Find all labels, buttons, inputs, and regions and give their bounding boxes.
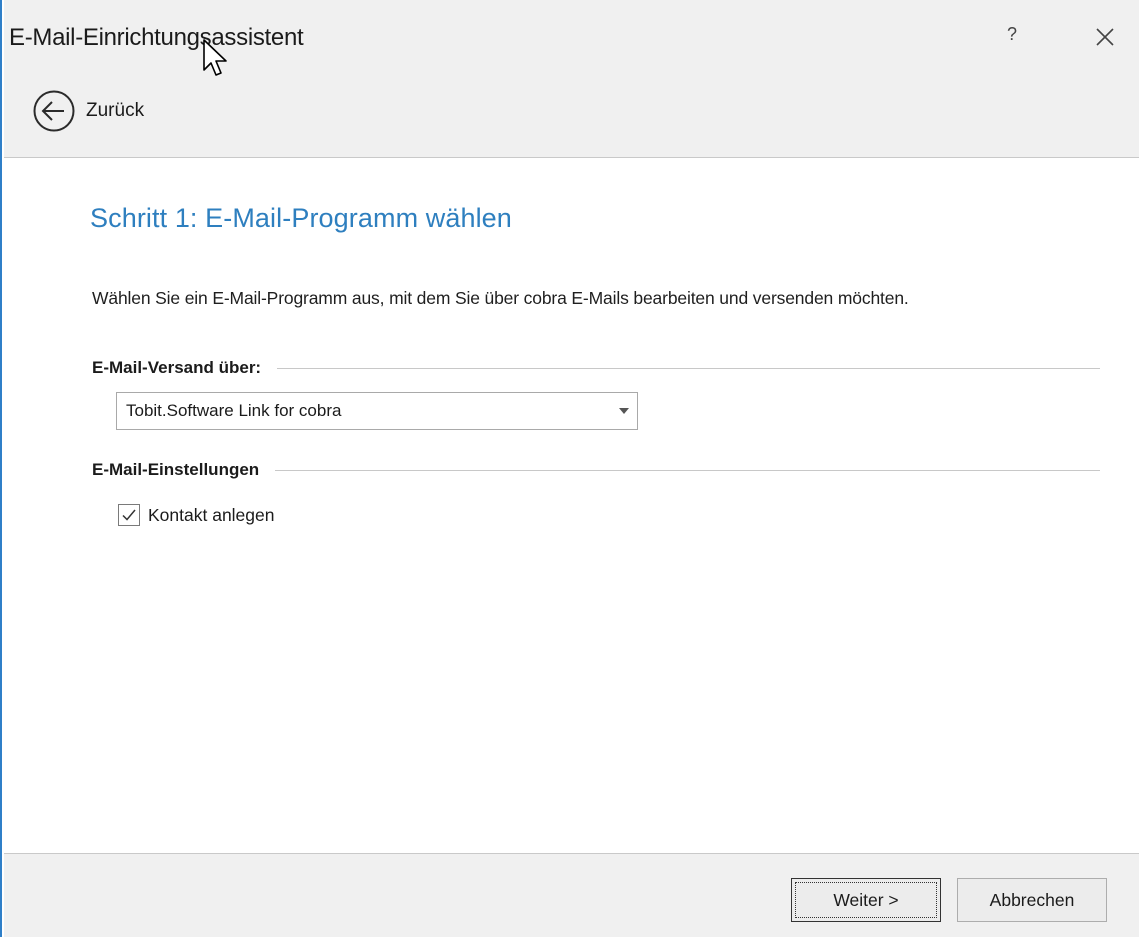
close-button[interactable] bbox=[1092, 24, 1118, 50]
section-divider bbox=[277, 367, 1100, 369]
back-button[interactable]: Zurück bbox=[32, 88, 144, 134]
arrow-left-circle-icon bbox=[33, 90, 75, 132]
settings-section-label: E-Mail-Einstellungen bbox=[92, 460, 260, 479]
mail-program-select-value: Tobit.Software Link for cobra bbox=[126, 401, 342, 420]
step-description: Wählen Sie ein E-Mail-Programm aus, mit … bbox=[92, 288, 909, 308]
cancel-button[interactable]: Abbrechen bbox=[957, 878, 1107, 922]
create-contact-checkbox[interactable] bbox=[118, 504, 140, 526]
section-divider bbox=[275, 469, 1100, 471]
close-icon bbox=[1096, 28, 1114, 46]
settings-section-header: E-Mail-Einstellungen bbox=[92, 457, 1100, 483]
send-section-label: E-Mail-Versand über: bbox=[92, 358, 262, 377]
help-button[interactable]: ? bbox=[1000, 24, 1024, 45]
create-contact-option[interactable]: Kontakt anlegen bbox=[118, 502, 275, 528]
create-contact-label: Kontakt anlegen bbox=[148, 504, 275, 525]
checkmark-icon bbox=[122, 509, 136, 521]
cancel-button-label: Abbrechen bbox=[989, 889, 1075, 910]
button-bar: Weiter > Abbrechen bbox=[4, 853, 1139, 937]
back-button-label: Zurück bbox=[86, 100, 145, 121]
mail-program-select[interactable]: Tobit.Software Link for cobra bbox=[116, 392, 638, 430]
step-title: Schritt 1: E-Mail-Programm wählen bbox=[90, 203, 512, 233]
title-bar: E-Mail-Einrichtungsassistent ? Zurück bbox=[4, 0, 1139, 158]
send-section-header: E-Mail-Versand über: bbox=[92, 355, 1100, 381]
focus-ring bbox=[795, 882, 937, 918]
dropdown-arrow-icon bbox=[611, 407, 637, 415]
mouse-cursor-icon bbox=[203, 39, 227, 76]
wizard-window: E-Mail-Einrichtungsassistent ? Zurück Sc… bbox=[0, 0, 1139, 937]
window-title: E-Mail-Einrichtungsassistent bbox=[9, 24, 304, 51]
next-button[interactable]: Weiter > bbox=[791, 878, 941, 922]
